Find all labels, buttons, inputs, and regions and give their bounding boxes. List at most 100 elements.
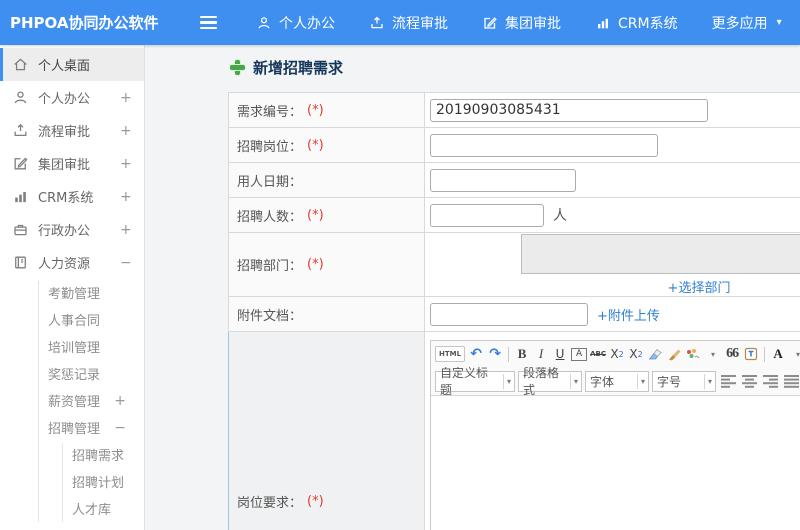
sidebar-item-hr-contract[interactable]: 人事合同 [0,306,144,333]
editor-content-area[interactable] [431,395,800,530]
topnav-more-apps[interactable]: 更多应用 ▾ [712,13,782,33]
redo-button[interactable]: ↷ [487,344,503,364]
sidebar-item-reward-punishment[interactable]: 奖惩记录 [0,360,144,387]
font-family-select[interactable]: 字体 ▾ [585,370,649,392]
font-size-select[interactable]: 字号 ▾ [652,370,716,392]
field-label-employment-date: 用人日期： [228,163,425,198]
format-match-icon[interactable] [685,344,701,364]
app-logo: PHPOA协同办公软件 [10,14,159,32]
field-label-requirement-no: 需求编号： (*) [228,93,425,128]
collapse-icon[interactable]: − [114,420,126,436]
field-cell: HTML ↶ ↷ B I U A ABC X2 X2 ▾ 66 A ▾ 自定义标… [425,332,800,530]
collapse-icon[interactable]: − [120,255,144,271]
editor-toolbar-row2: 自定义标题 ▾ 段落格式 ▾ 字体 ▾ 字号 ▾ [431,367,800,395]
paste-icon[interactable] [743,344,759,364]
editor-toolbar-row1: HTML ↶ ↷ B I U A ABC X2 X2 ▾ 66 A ▾ [431,341,800,367]
strikethrough-button[interactable]: ABC [590,344,606,364]
sidebar-item-recruit-requirement[interactable]: 招聘需求 [0,441,144,468]
expand-icon[interactable]: + [120,156,144,172]
user-icon [256,15,272,31]
field-cell: 人 [425,198,800,233]
required-mark: (*) [307,137,324,153]
sidebar-item-human-resources[interactable]: 人力资源 − [0,246,144,279]
recruit-requirement-form: 需求编号： (*) 招聘岗位： (*) 用人日期： 招聘人数： (*) 人 [228,92,800,530]
eraser-icon[interactable] [647,344,663,364]
sidebar-item-personal-desktop[interactable]: 个人桌面 [0,48,144,81]
briefcase-icon [12,221,29,238]
caret-down-icon[interactable]: ▾ [790,344,800,364]
sidebar-item-label: 奖惩记录 [48,368,101,383]
paragraph-format-select[interactable]: 段落格式 ▾ [518,367,582,395]
undo-button[interactable]: ↶ [468,344,484,364]
sidebar-item-label: 招聘需求 [72,449,125,464]
align-center-icon[interactable] [742,371,758,391]
expand-icon[interactable]: + [120,90,144,106]
superscript-button[interactable]: X2 [609,344,625,364]
source-code-button[interactable]: HTML [435,346,466,362]
sidebar-item-salary-mgmt[interactable]: 薪资管理 + [0,387,144,414]
rich-text-editor: HTML ↶ ↷ B I U A ABC X2 X2 ▾ 66 A ▾ 自定义标… [430,340,800,530]
italic-button[interactable]: I [533,344,549,364]
field-cell [425,128,800,163]
sidebar-item-label: 个人桌面 [38,59,91,74]
requirement-no-input[interactable] [430,98,708,122]
employment-date-input[interactable] [430,168,576,192]
font-border-button[interactable]: A [571,347,588,361]
field-label-position-requirement: 岗位要求： (*) [228,332,425,530]
topnav-crm-system[interactable]: CRM系统 [595,13,678,33]
bold-button[interactable]: B [514,344,530,364]
sidebar-item-workflow-approval[interactable]: 流程审批 + [0,114,144,147]
align-left-icon[interactable] [721,371,737,391]
expand-icon[interactable]: + [120,222,144,238]
sidebar-item-personal-office[interactable]: 个人办公 + [0,81,144,114]
recruit-department-textarea[interactable] [521,233,800,274]
sidebar-item-label: 人事合同 [48,314,101,329]
sidebar-item-training-mgmt[interactable]: 培训管理 [0,333,144,360]
book-icon [12,254,29,271]
workflow-icon [369,15,385,31]
home-icon [12,56,29,73]
workflow-icon [12,122,29,139]
user-icon [12,89,29,106]
topnav-label: 更多应用 [711,15,768,32]
sidebar-item-label: 流程审批 [38,125,91,140]
expand-icon[interactable]: + [120,123,144,139]
sidebar: 个人桌面 个人办公 + 流程审批 + 集团审批 + CRM系统 + 行政办公 +… [0,45,145,530]
topnav-personal-office[interactable]: 个人办公 [256,13,335,33]
chart-icon [12,188,29,205]
sidebar-item-recruit-plan[interactable]: 招聘计划 [0,468,144,495]
sidebar-item-group-approval[interactable]: 集团审批 + [0,147,144,180]
sidebar-item-admin-office[interactable]: 行政办公 + [0,213,144,246]
sidebar-item-talent-pool[interactable]: 人才库 [0,495,144,522]
sidebar-item-label: 人才库 [72,503,112,518]
expand-icon[interactable]: + [120,189,144,205]
sidebar-item-attendance-mgmt[interactable]: 考勤管理 [0,279,144,306]
subscript-button[interactable]: X2 [628,344,644,364]
underline-button[interactable]: U [552,344,568,364]
required-mark: (*) [307,257,324,272]
required-mark: (*) [307,494,324,509]
topnav-workflow-approval[interactable]: 流程审批 [369,13,448,33]
sidebar-item-crm-system[interactable]: CRM系统 + [0,180,144,213]
attachment-input[interactable] [430,302,588,326]
sidebar-item-label: 人力资源 [38,257,91,272]
sidebar-item-recruit-mgmt[interactable]: 招聘管理 − [0,414,144,441]
custom-title-select[interactable]: 自定义标题 ▾ [435,367,515,395]
topnav-group-approval[interactable]: 集团审批 [482,13,561,33]
topnav-label: CRM系统 [618,15,678,32]
select-department-link[interactable]: +选择部门 [668,277,731,296]
align-justify-icon[interactable] [784,371,800,391]
sidebar-item-label: 集团审批 [38,158,91,173]
menu-toggle-button[interactable] [200,13,222,33]
attachment-upload-link[interactable]: +附件上传 [597,305,660,324]
blockquote-button[interactable]: 66 [724,344,740,364]
caret-down-icon[interactable]: ▾ [705,344,721,364]
recruit-position-input[interactable] [430,133,658,157]
topnav-label: 集团审批 [505,15,561,32]
expand-icon[interactable]: + [114,393,126,409]
font-color-button[interactable]: A [770,344,786,364]
format-painter-icon[interactable] [666,344,682,364]
menu-icon [200,15,217,19]
recruit-count-input[interactable] [430,203,544,227]
align-right-icon[interactable] [763,371,779,391]
